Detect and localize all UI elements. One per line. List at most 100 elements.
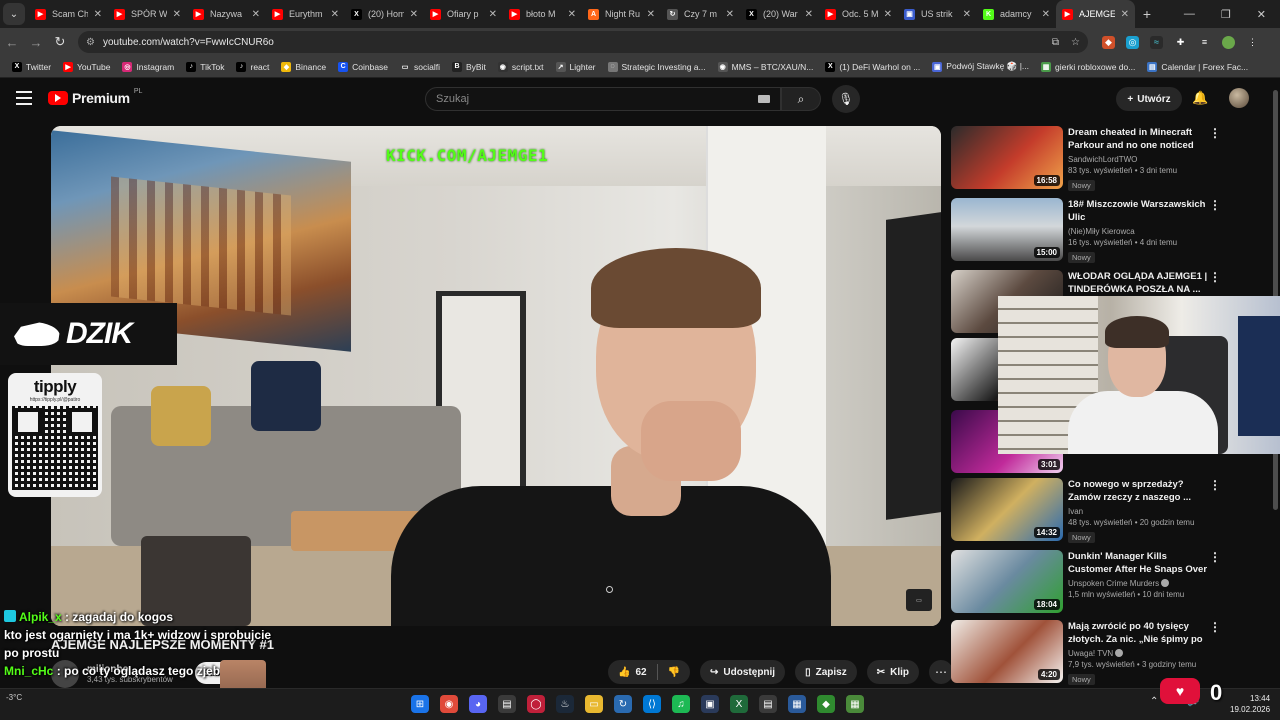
text-editor-icon[interactable]: ▤ — [759, 695, 777, 713]
close-tab-icon[interactable]: ✕ — [489, 9, 497, 20]
discord-icon[interactable]: ◕ — [469, 695, 487, 713]
account-avatar[interactable] — [1229, 88, 1249, 108]
profile-avatar-icon[interactable] — [1222, 35, 1235, 49]
new-tab-button[interactable]: + — [1135, 6, 1159, 22]
excel-icon[interactable]: X — [730, 695, 748, 713]
browser-tab[interactable]: ▶ SPÓR W ✕ — [108, 0, 187, 28]
steam-icon[interactable]: ♨ — [556, 695, 574, 713]
video-player[interactable]: KICK.COM/AJEMGE1 ▭ — [51, 126, 941, 626]
browser-tab[interactable]: Kadamcy ✕ — [977, 0, 1056, 28]
spotify-icon[interactable]: ♫ — [672, 695, 690, 713]
hamburger-menu-icon[interactable] — [16, 91, 32, 105]
more-options-icon[interactable]: ⋮ — [1209, 550, 1221, 564]
close-tab-icon[interactable]: ✕ — [410, 9, 418, 20]
recommended-video[interactable]: 18:04 Dunkin' Manager Kills Customer Afte… — [951, 550, 1271, 614]
browser-menu-icon[interactable]: ⋮ — [1246, 35, 1259, 49]
video-title[interactable]: Co nowego w sprzedaży? Zamów rzeczy z na… — [1068, 478, 1208, 504]
clip-button[interactable]: ✂ Klip — [866, 660, 920, 684]
extension-blue-icon[interactable]: ◎ — [1126, 35, 1139, 49]
opera-gx-icon[interactable]: ◯ — [527, 695, 545, 713]
save-button[interactable]: ▯ Zapisz — [795, 660, 857, 684]
browser-tab[interactable]: ▣ US strik ✕ — [898, 0, 977, 28]
browser-tab[interactable]: X (20) Hom ✕ — [345, 0, 424, 28]
like-button[interactable]: 👍 62 — [608, 660, 657, 684]
close-window-button[interactable]: ✕ — [1257, 8, 1266, 21]
video-thumbnail[interactable]: 15:00 — [951, 198, 1063, 261]
notifications-bell-icon[interactable]: 🔔 — [1192, 90, 1208, 106]
maximize-button[interactable]: ❐ — [1221, 8, 1231, 21]
channel-name[interactable]: SandwichLordTWO — [1068, 155, 1208, 164]
close-tab-icon[interactable]: ✕ — [726, 9, 734, 20]
extension-wave-icon[interactable]: ≈ — [1150, 35, 1163, 49]
close-tab-icon[interactable]: ✕ — [1042, 9, 1050, 20]
recommended-video[interactable]: 14:32 Co nowego w sprzedaży? Zamów rzeczy… — [951, 478, 1271, 543]
browser-tab[interactable]: ▶ Ofiary p ✕ — [424, 0, 503, 28]
bookmark-item[interactable]: ▶ YouTube — [57, 61, 116, 72]
channel-name[interactable]: (Nie)Miły Kierowca — [1068, 227, 1208, 236]
app-icon[interactable]: ▣ — [701, 695, 719, 713]
search-input[interactable]: Szukaj — [425, 87, 781, 111]
video-title[interactable]: Dunkin' Manager Kills Customer After He … — [1068, 550, 1208, 576]
browser-tab[interactable]: ▶ Scam Ch ✕ — [29, 0, 108, 28]
browser-tab[interactable]: ▶ AJEMGE ✕ — [1056, 0, 1135, 28]
bookmark-item[interactable]: C Coinbase — [332, 61, 394, 72]
video-thumbnail[interactable]: 4:20 — [951, 620, 1063, 683]
channel-name[interactable]: Uwaga! TVN — [1068, 649, 1208, 658]
bookmark-item[interactable]: ◌ Strategic Investing a... — [602, 61, 712, 72]
notes-icon[interactable]: ▦ — [788, 695, 806, 713]
notepad-icon[interactable]: ▤ — [498, 695, 516, 713]
media-control-icon[interactable]: ≡ — [1198, 35, 1211, 49]
bookmark-item[interactable]: ▦ gierki robloxowe do... — [1035, 61, 1141, 72]
reload-button[interactable]: ↻ — [48, 34, 72, 50]
tab-search-button[interactable]: ⌄ — [3, 3, 25, 25]
video-title[interactable]: Mają zwrócić po 40 tysięcy złotych. Za n… — [1068, 620, 1208, 646]
bookmark-item[interactable]: ▤ Calendar | Forex Fac... — [1141, 61, 1254, 72]
tray-chevron-icon[interactable]: ⌃ — [1150, 696, 1158, 707]
close-tab-icon[interactable]: ✕ — [884, 9, 892, 20]
more-options-icon[interactable]: ⋮ — [1209, 126, 1221, 140]
bookmark-item[interactable]: ▭ socialfi — [394, 61, 446, 72]
forward-button[interactable]: → — [24, 35, 48, 50]
address-bar[interactable]: ⚙ youtube.com/watch?v=FwwIcCNUR6o ⧉ ☆ — [78, 31, 1088, 53]
browser-tab[interactable]: ▶ Eurythm ✕ — [266, 0, 345, 28]
bookmark-item[interactable]: ↗ Lighter — [550, 61, 602, 72]
extension-fox-icon[interactable]: ◆ — [1102, 35, 1115, 49]
browser-tab[interactable]: X (20) War ✕ — [740, 0, 819, 28]
close-tab-icon[interactable]: ✕ — [647, 9, 655, 20]
bookmark-item[interactable]: X Twitter — [6, 61, 57, 72]
close-tab-icon[interactable]: ✕ — [94, 9, 102, 20]
keyboard-icon[interactable] — [758, 95, 770, 103]
browser-tab[interactable]: ▶ Odc. 5 M ✕ — [819, 0, 898, 28]
bookmark-item[interactable]: ♪ react — [230, 61, 275, 72]
youtube-logo[interactable]: Premium PL — [48, 88, 142, 106]
browser-tab[interactable]: A Night Ru ✕ — [582, 0, 661, 28]
vscode-icon[interactable]: ⟨⟩ — [643, 695, 661, 713]
weather-widget[interactable]: -3°C — [6, 693, 22, 702]
clock[interactable]: 13:44 19.02.2026 — [1230, 693, 1270, 715]
video-thumbnail[interactable]: 16:58 — [951, 126, 1063, 189]
bookmark-item[interactable]: ◎ Instagram — [116, 61, 180, 72]
close-tab-icon[interactable]: ✕ — [568, 9, 576, 20]
video-thumbnail[interactable]: 18:04 — [951, 550, 1063, 613]
back-button[interactable]: ← — [0, 35, 24, 50]
minecraft-icon[interactable]: ▦ — [846, 695, 864, 713]
browser-tab[interactable]: ↻ Czy 7 m ✕ — [661, 0, 740, 28]
more-options-icon[interactable]: ⋮ — [1209, 198, 1221, 212]
recommended-video[interactable]: 16:58 Dream cheated in Minecraft Parkour … — [951, 126, 1271, 191]
bookmark-item[interactable]: X (1) DeFi Warhol on ... — [819, 61, 926, 72]
close-tab-icon[interactable]: ✕ — [173, 9, 181, 20]
game-icon[interactable]: ◆ — [817, 695, 835, 713]
bookmark-item[interactable]: ♪ TikTok — [180, 61, 230, 72]
video-thumbnail[interactable]: 14:32 — [951, 478, 1063, 541]
close-tab-icon[interactable]: ✕ — [252, 9, 260, 20]
chrome-icon[interactable]: ◉ — [440, 695, 458, 713]
video-title[interactable]: Dream cheated in Minecraft Parkour and n… — [1068, 126, 1208, 152]
bookmark-item[interactable]: ▣ Podwój Stawkę 🎲 |... — [926, 61, 1035, 72]
video-title[interactable]: 18# Miszczowie Warszawskich Ulic — [1068, 198, 1208, 224]
video-title[interactable]: WŁODAR OGLĄDA AJEMGE1 | TINDERÓWKA POSZŁ… — [1068, 270, 1208, 296]
more-options-icon[interactable]: ⋮ — [1209, 620, 1221, 634]
bookmark-star-icon[interactable]: ☆ — [1071, 37, 1080, 48]
bookmark-item[interactable]: B ByBit — [446, 61, 492, 72]
file-explorer-icon[interactable]: ▭ — [585, 695, 603, 713]
channel-name[interactable]: Unspoken Crime Murders — [1068, 579, 1208, 588]
